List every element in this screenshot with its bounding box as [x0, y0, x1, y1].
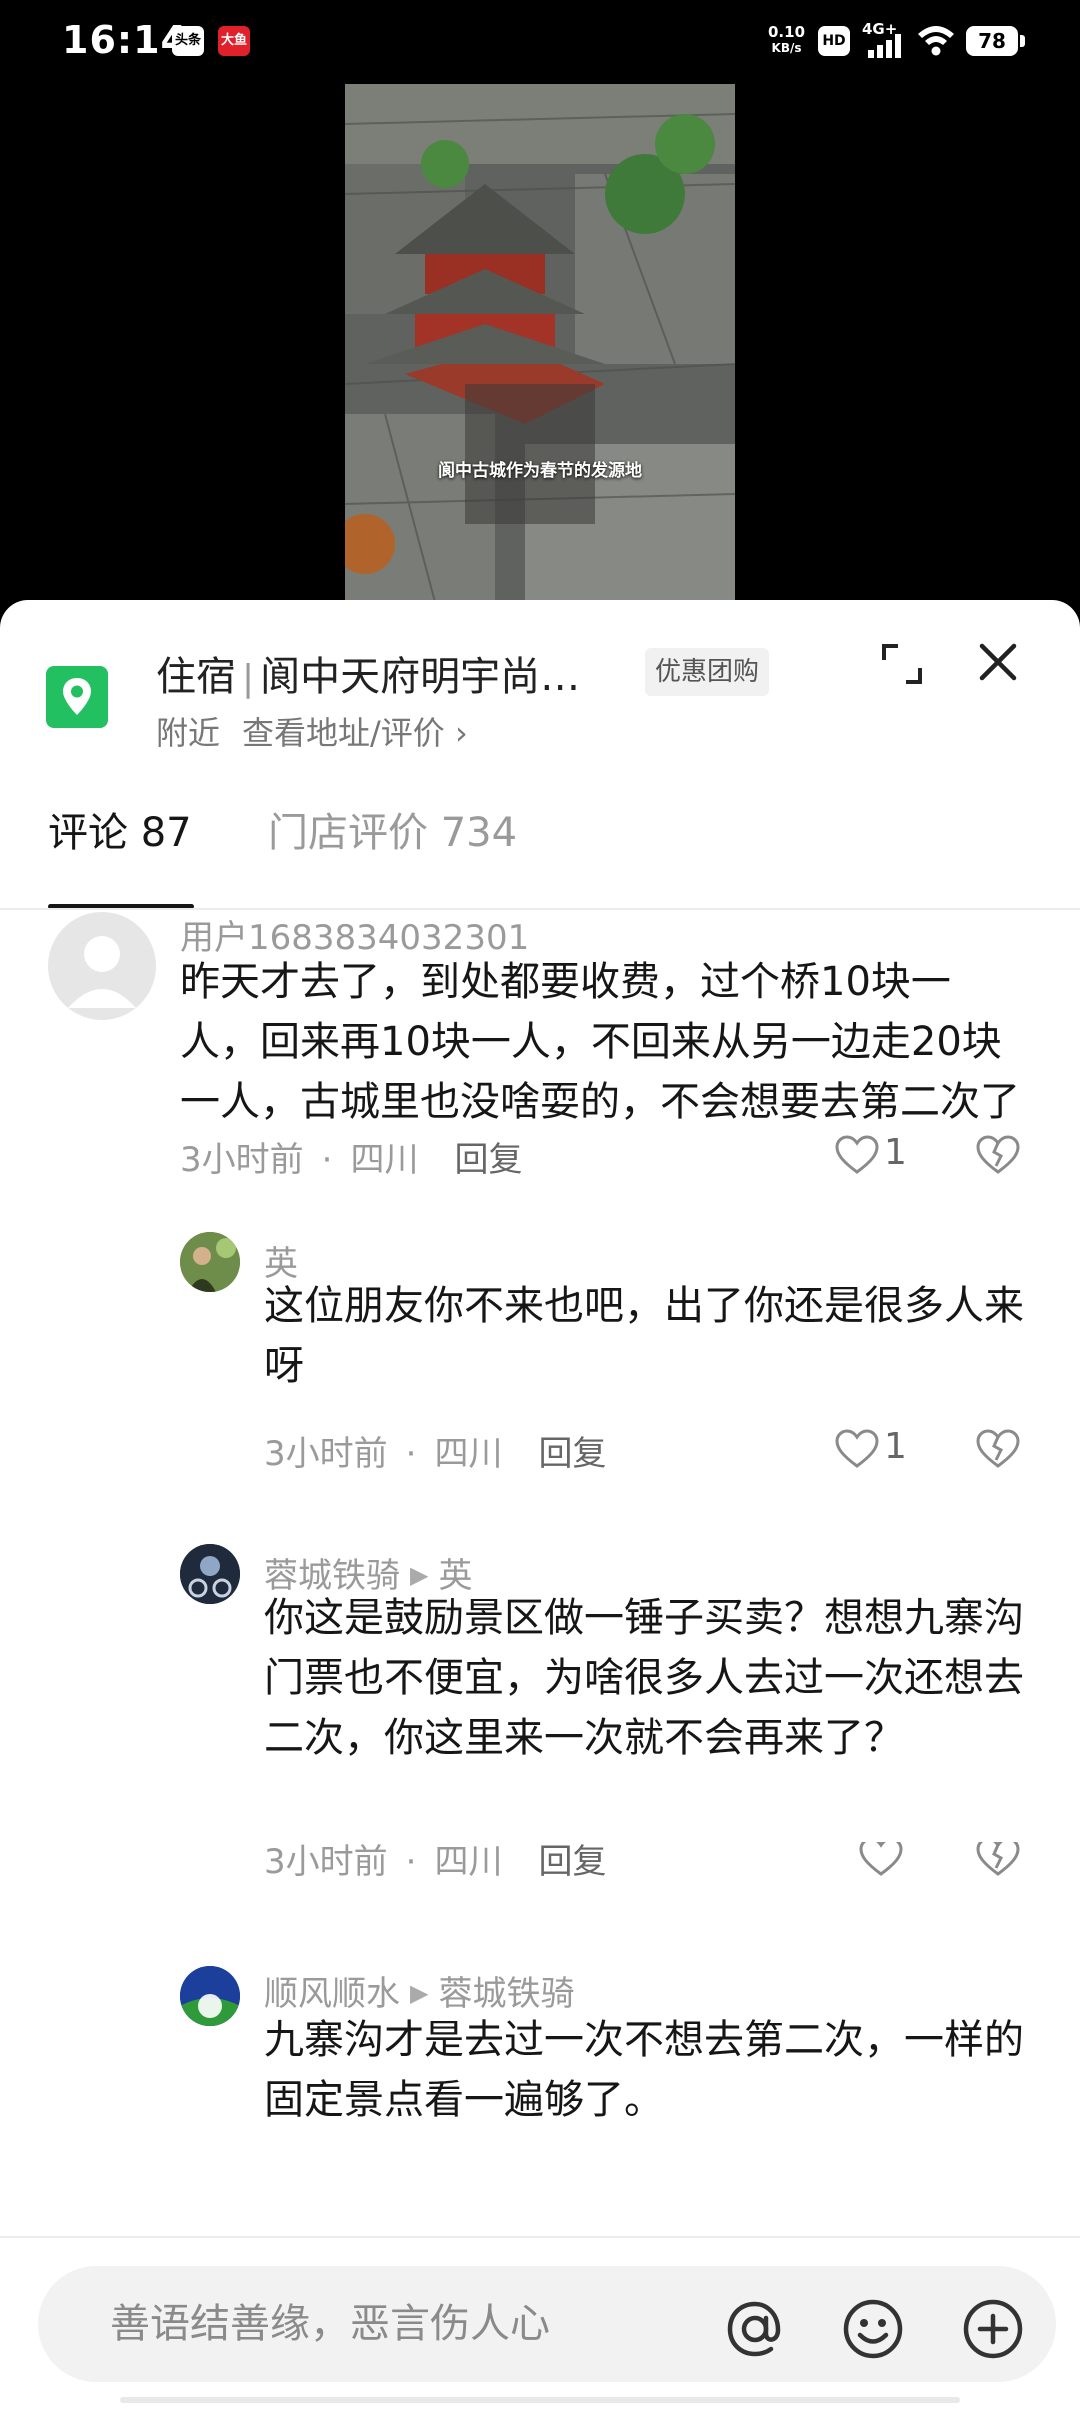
heart-icon[interactable]	[858, 1842, 904, 1878]
battery-tip	[1020, 35, 1025, 47]
broken-heart-icon[interactable]	[976, 1428, 1020, 1470]
comment-meta: 3小时前 · 四川 回复	[264, 1842, 607, 1882]
poi-separator: |	[242, 658, 255, 699]
avatar[interactable]	[180, 1966, 240, 2026]
plus-icon[interactable]	[958, 2294, 1028, 2364]
comment-sheet: 住宿 | 阆中天府明宇尚… 优惠团购 附近 查看地址/评价 › 评论 87 门店评价 …	[0, 600, 1080, 2408]
comment-time: 3小时前	[180, 1140, 304, 1180]
reply-button[interactable]: 回复	[538, 1842, 606, 1882]
network-speed: 0.10 KB/s	[768, 23, 806, 55]
comment-author[interactable]: 顺风顺水	[264, 1974, 400, 2014]
ancient-town-aerial-image	[345, 84, 735, 602]
default-avatar-icon	[68, 936, 136, 1008]
map-pin-icon[interactable]	[46, 666, 108, 728]
comment-location: 四川	[434, 1434, 503, 1474]
comment-input[interactable]: 善语结善缘，恶言伤人心	[38, 2266, 1056, 2382]
comment-location: 四川	[434, 1842, 503, 1882]
expand-icon[interactable]	[876, 638, 928, 690]
status-bar: 16:14 头条 大鱼 0.10 KB/s HD 4G+ 78	[0, 0, 1080, 84]
video-caption: 阆中古城作为春节的发源地	[438, 461, 642, 481]
comment-location: 四川	[350, 1140, 419, 1180]
reply-to-user[interactable]: 蓉城铁骑	[438, 1974, 574, 2014]
poi-name: 阆中天府明宇尚…	[260, 654, 581, 700]
battery-icon: 78	[966, 26, 1018, 56]
svg-text:4G+: 4G+	[862, 20, 897, 38]
reply-button[interactable]: 回复	[538, 1434, 606, 1474]
home-indicator[interactable]	[120, 2397, 960, 2403]
comment-text: 这位朋友你不来也吧，出了你还是很多人来呀	[264, 1283, 1024, 1389]
avatar-photo	[180, 1232, 240, 1292]
heart-icon[interactable]	[834, 1134, 880, 1176]
poi-subtitle: 附近 查看地址/评价 ›	[156, 708, 468, 754]
comment-meta: 3小时前 · 四川 回复	[180, 1140, 523, 1180]
broken-heart-icon[interactable]	[976, 1842, 1020, 1878]
avatar-photo	[180, 1544, 240, 1604]
comment-list[interactable]: 用户1683834032301 昨天才去了，到处都要收费，过个桥10块一人，回来…	[0, 910, 1080, 1842]
poi-category: 住宿	[156, 654, 236, 700]
heart-icon[interactable]	[834, 1428, 880, 1470]
at-icon[interactable]	[720, 2294, 790, 2364]
poi-nearby: 附近	[156, 714, 221, 752]
poi-title[interactable]: 住宿 | 阆中天府明宇尚…	[156, 644, 580, 702]
like-count: 1	[884, 1132, 907, 1173]
toutiao-app-icon: 头条	[172, 26, 204, 56]
comment-list-continued[interactable]: 3小时前 · 四川 回复 顺风顺水 ▶ 蓉城铁骑 九寨沟才是去过一次不想去第二次，一样的固…	[0, 1842, 1080, 2236]
comment-time: 3小时前	[264, 1434, 388, 1474]
signal-icon: 4G+	[862, 20, 901, 58]
comment-input-placeholder: 善语结善缘，恶言伤人心	[110, 2301, 550, 2347]
comment-text: 你这是鼓励景区做一锤子买卖？想想九寨沟门票也不便宜，为啥很多人去过一次还想去二次…	[264, 1595, 1024, 1761]
comment-text: 九寨沟才是去过一次不想去第二次，一样的固定景点看一遍够了。	[264, 2017, 1024, 2123]
tab-comments[interactable]: 评论 87	[48, 800, 192, 858]
wifi-icon	[918, 26, 954, 56]
view-address-link[interactable]: 查看地址/评价 ›	[242, 714, 468, 752]
comment-username: 顺风顺水 ▶ 蓉城铁骑	[264, 1966, 574, 2015]
comment-text: 昨天才去了，到处都要收费，过个桥10块一人，回来再10块一人，不回来从另一边走2…	[180, 959, 1020, 1125]
reply-arrow-icon: ▶	[410, 1561, 429, 1589]
comment-tabs: 评论 87 门店评价 734	[0, 800, 1080, 910]
close-icon[interactable]	[972, 636, 1024, 688]
avatar-photo	[180, 1966, 240, 2026]
reply-button[interactable]: 回复	[454, 1140, 522, 1180]
comment-input-bar: 善语结善缘，恶言伤人心	[0, 2236, 1080, 2410]
group-deal-badge[interactable]: 优惠团购	[645, 648, 770, 696]
smiley-icon[interactable]	[838, 2294, 908, 2364]
reply-arrow-icon: ▶	[410, 1979, 429, 2007]
hd-icon: HD	[818, 26, 850, 56]
like-count: 1	[884, 1426, 907, 1467]
comment-meta: 3小时前 · 四川 回复	[264, 1434, 607, 1474]
broken-heart-icon[interactable]	[976, 1134, 1020, 1176]
avatar[interactable]	[180, 1544, 240, 1604]
clock: 16:14	[62, 18, 188, 62]
avatar[interactable]	[48, 912, 156, 1020]
video-thumbnail[interactable]: 阆中古城作为春节的发源地	[345, 84, 735, 602]
news-app-icon: 大鱼	[218, 26, 250, 56]
comment-time: 3小时前	[264, 1842, 388, 1882]
avatar[interactable]	[180, 1232, 240, 1292]
tab-store-reviews[interactable]: 门店评价 734	[268, 800, 517, 858]
